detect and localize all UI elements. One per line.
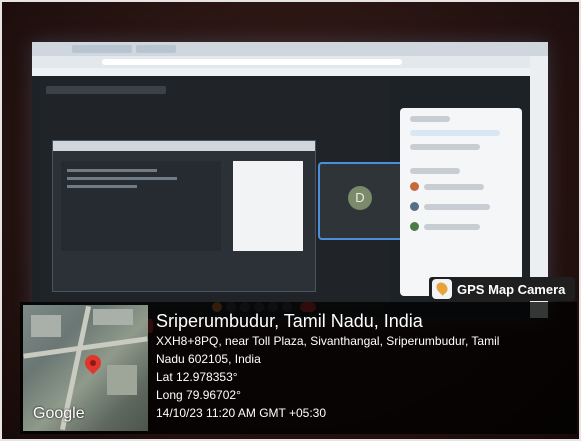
people-panel xyxy=(400,108,522,296)
latitude: Lat 12.978353° xyxy=(156,370,238,384)
shared-people-list xyxy=(233,161,303,251)
address-bar xyxy=(32,56,548,68)
location-info-panel: Google Sriperumbudur, Tamil Nadu, India … xyxy=(20,302,577,434)
location-title: Sriperumbudur, Tamil Nadu, India xyxy=(156,311,423,331)
shared-screen xyxy=(52,140,316,333)
browser-tab xyxy=(72,45,132,53)
gps-badge: GPS Map Camera xyxy=(429,277,575,301)
photo-frame: D GPS Map Camera Google Sriperumbudur, T… xyxy=(0,0,581,441)
address-line-2: Nadu 602105, India xyxy=(156,352,261,366)
gps-camera-logo-icon xyxy=(432,279,452,299)
map-pin-icon xyxy=(81,351,105,375)
participant-avatar xyxy=(410,222,419,231)
timestamp: 14/10/23 11:20 AM GMT +05:30 xyxy=(156,406,327,420)
participant-tile: D xyxy=(318,162,404,240)
browser-tab-strip xyxy=(32,42,548,56)
participant-avatar xyxy=(410,182,419,191)
meeting-window: D xyxy=(40,80,404,333)
browser-tab xyxy=(136,45,176,53)
map-attribution: Google xyxy=(33,405,85,422)
address-line-1: XXH8+8PQ, near Toll Plaza, Sivanthangal,… xyxy=(156,334,500,348)
map-thumbnail: Google xyxy=(23,305,148,431)
gps-badge-label: GPS Map Camera xyxy=(457,281,566,297)
participant-avatar xyxy=(410,202,419,211)
location-details: Sriperumbudur, Tamil Nadu, India XXH8+8P… xyxy=(156,310,571,422)
longitude: Long 79.96702° xyxy=(156,388,241,402)
url-field xyxy=(102,59,402,65)
meeting-title xyxy=(46,86,166,94)
participant-avatar: D xyxy=(348,186,372,210)
shared-content xyxy=(61,161,221,251)
shared-window-bar xyxy=(53,141,315,151)
bookmarks-bar xyxy=(32,68,548,76)
